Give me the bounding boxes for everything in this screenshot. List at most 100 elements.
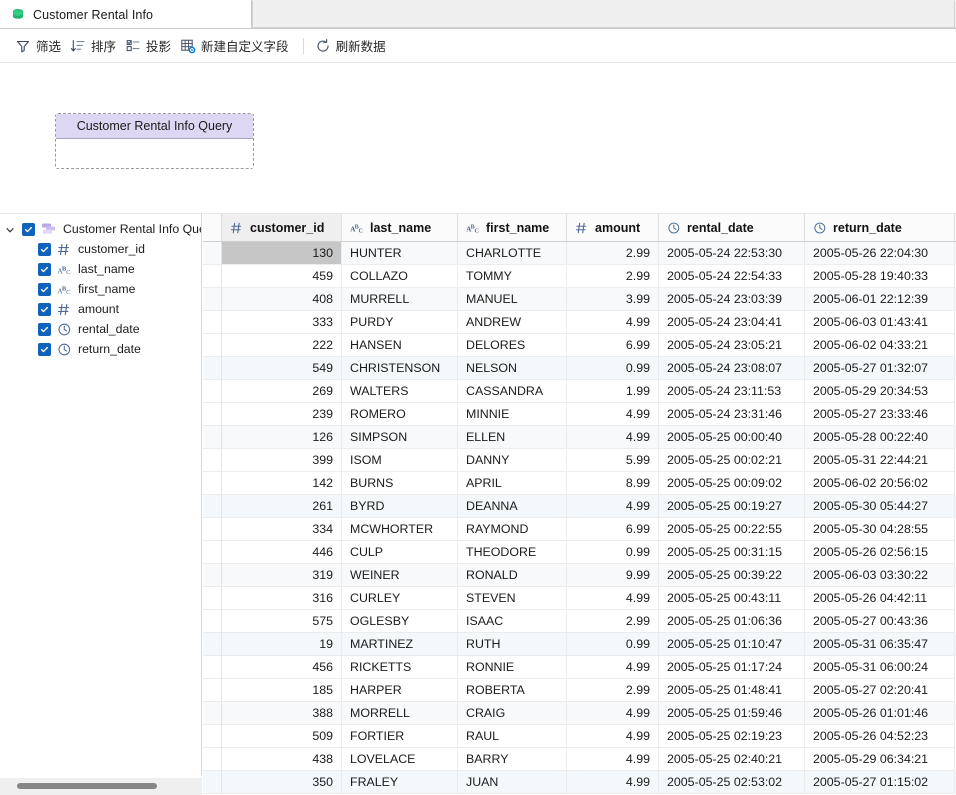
- cell-rental-date[interactable]: 2005-05-25 02:19:23: [659, 725, 805, 748]
- query-node[interactable]: Customer Rental Info Query: [55, 113, 254, 169]
- table-row[interactable]: 575 OGLESBY ISAAC 2.99 2005-05-25 01:06:36 20…: [203, 610, 956, 633]
- cell-last-name[interactable]: FRALEY: [342, 771, 458, 794]
- cell-customer-id[interactable]: 222: [222, 334, 342, 357]
- cell-rental-date[interactable]: 2005-05-25 00:22:55: [659, 518, 805, 541]
- column-header-first-name[interactable]: A B C first_name: [458, 214, 567, 241]
- cell-amount[interactable]: 4.99: [567, 495, 659, 518]
- cell-customer-id[interactable]: 334: [222, 518, 342, 541]
- table-row[interactable]: 549 CHRISTENSON NELSON 0.99 2005-05-24 23:08…: [203, 357, 956, 380]
- tree-item-checkbox[interactable]: [38, 322, 51, 336]
- cell-rental-date[interactable]: 2005-05-25 01:59:46: [659, 702, 805, 725]
- row-header-cell[interactable]: [203, 242, 222, 265]
- cell-customer-id[interactable]: 438: [222, 748, 342, 771]
- cell-customer-id[interactable]: 388: [222, 702, 342, 725]
- cell-amount[interactable]: 0.99: [567, 541, 659, 564]
- cell-customer-id[interactable]: 350: [222, 771, 342, 794]
- cell-rental-date[interactable]: 2005-05-25 00:19:27: [659, 495, 805, 518]
- cell-return-date[interactable]: 2005-05-31 06:00:24: [805, 656, 955, 679]
- new-custom-field-button[interactable]: 新建自定义字段: [178, 34, 296, 58]
- cell-rental-date[interactable]: 2005-05-25 01:06:36: [659, 610, 805, 633]
- cell-first-name[interactable]: NELSON: [458, 357, 567, 380]
- cell-last-name[interactable]: CULP: [342, 541, 458, 564]
- cell-customer-id[interactable]: 408: [222, 288, 342, 311]
- cell-first-name[interactable]: ANDREW: [458, 311, 567, 334]
- cell-last-name[interactable]: BYRD: [342, 495, 458, 518]
- cell-customer-id[interactable]: 399: [222, 449, 342, 472]
- table-row[interactable]: 459 COLLAZO TOMMY 2.99 2005-05-24 22:54:33 20…: [203, 265, 956, 288]
- table-row[interactable]: 269 WALTERS CASSANDRA 1.99 2005-05-24 23:11:…: [203, 380, 956, 403]
- tree-item-first-name[interactable]: A B C first_name: [0, 279, 201, 299]
- cell-amount[interactable]: 9.99: [567, 564, 659, 587]
- tree-item-customer-id[interactable]: customer_id: [0, 239, 201, 259]
- cell-customer-id[interactable]: 459: [222, 265, 342, 288]
- cell-rental-date[interactable]: 2005-05-24 23:08:07: [659, 357, 805, 380]
- column-header-amount[interactable]: amount: [567, 214, 659, 241]
- query-node-body[interactable]: [56, 139, 253, 168]
- cell-rental-date[interactable]: 2005-05-25 00:31:15: [659, 541, 805, 564]
- cell-return-date[interactable]: 2005-05-26 04:52:23: [805, 725, 955, 748]
- cell-rental-date[interactable]: 2005-05-24 22:53:30: [659, 242, 805, 265]
- scrollbar-thumb[interactable]: [17, 783, 157, 789]
- cell-first-name[interactable]: CRAIG: [458, 702, 567, 725]
- cell-rental-date[interactable]: 2005-05-25 01:10:47: [659, 633, 805, 656]
- cell-amount[interactable]: 2.99: [567, 679, 659, 702]
- cell-first-name[interactable]: TOMMY: [458, 265, 567, 288]
- row-header-cell[interactable]: [203, 656, 222, 679]
- table-row[interactable]: 239 ROMERO MINNIE 4.99 2005-05-24 23:31:46 20…: [203, 403, 956, 426]
- cell-return-date[interactable]: 2005-05-29 06:34:21: [805, 748, 955, 771]
- cell-return-date[interactable]: 2005-05-26 01:01:46: [805, 702, 955, 725]
- cell-first-name[interactable]: ROBERTA: [458, 679, 567, 702]
- row-header-cell[interactable]: [203, 334, 222, 357]
- cell-last-name[interactable]: CURLEY: [342, 587, 458, 610]
- cell-amount[interactable]: 0.99: [567, 633, 659, 656]
- cell-return-date[interactable]: 2005-05-27 00:43:36: [805, 610, 955, 633]
- cell-rental-date[interactable]: 2005-05-25 00:00:40: [659, 426, 805, 449]
- cell-amount[interactable]: 4.99: [567, 403, 659, 426]
- column-header-customer-id[interactable]: customer_id: [222, 214, 342, 241]
- cell-amount[interactable]: 8.99: [567, 472, 659, 495]
- row-header-cell[interactable]: [203, 426, 222, 449]
- cell-last-name[interactable]: HARPER: [342, 679, 458, 702]
- table-row[interactable]: 261 BYRD DEANNA 4.99 2005-05-25 00:19:27 2005…: [203, 495, 956, 518]
- cell-rental-date[interactable]: 2005-05-24 23:05:21: [659, 334, 805, 357]
- cell-return-date[interactable]: 2005-05-27 23:33:46: [805, 403, 955, 426]
- row-header-cell[interactable]: [203, 587, 222, 610]
- row-header-cell[interactable]: [203, 633, 222, 656]
- cell-first-name[interactable]: MANUEL: [458, 288, 567, 311]
- column-header-rental-date[interactable]: rental_date: [659, 214, 805, 241]
- refresh-data-button[interactable]: 刷新数据: [313, 34, 393, 58]
- cell-last-name[interactable]: FORTIER: [342, 725, 458, 748]
- cell-last-name[interactable]: RICKETTS: [342, 656, 458, 679]
- cell-rental-date[interactable]: 2005-05-24 23:04:41: [659, 311, 805, 334]
- cell-last-name[interactable]: MCWHORTER: [342, 518, 458, 541]
- tree-item-rental-date[interactable]: rental_date: [0, 319, 201, 339]
- cell-first-name[interactable]: MINNIE: [458, 403, 567, 426]
- cell-first-name[interactable]: RONALD: [458, 564, 567, 587]
- cell-last-name[interactable]: HUNTER: [342, 242, 458, 265]
- row-header-cell[interactable]: [203, 771, 222, 794]
- cell-customer-id[interactable]: 130: [222, 242, 342, 265]
- cell-first-name[interactable]: JUAN: [458, 771, 567, 794]
- cell-return-date[interactable]: 2005-06-03 03:30:22: [805, 564, 955, 587]
- row-header-cell[interactable]: [203, 725, 222, 748]
- cell-return-date[interactable]: 2005-06-02 04:33:21: [805, 334, 955, 357]
- row-header-cell[interactable]: [203, 702, 222, 725]
- table-row[interactable]: 222 HANSEN DELORES 6.99 2005-05-24 23:05:21 2…: [203, 334, 956, 357]
- row-header-cell[interactable]: [203, 449, 222, 472]
- cell-customer-id[interactable]: 316: [222, 587, 342, 610]
- cell-customer-id[interactable]: 333: [222, 311, 342, 334]
- cell-last-name[interactable]: BURNS: [342, 472, 458, 495]
- cell-amount[interactable]: 2.99: [567, 265, 659, 288]
- cell-last-name[interactable]: MORRELL: [342, 702, 458, 725]
- column-header-last-name[interactable]: A B C last_name: [342, 214, 458, 241]
- fields-panel-horizontal-scrollbar[interactable]: [0, 778, 202, 795]
- cell-last-name[interactable]: WALTERS: [342, 380, 458, 403]
- cell-return-date[interactable]: 2005-05-27 01:32:07: [805, 357, 955, 380]
- cell-return-date[interactable]: 2005-05-31 22:44:21: [805, 449, 955, 472]
- cell-customer-id[interactable]: 509: [222, 725, 342, 748]
- cell-first-name[interactable]: RAYMOND: [458, 518, 567, 541]
- cell-customer-id[interactable]: 456: [222, 656, 342, 679]
- table-row[interactable]: 333 PURDY ANDREW 4.99 2005-05-24 23:04:41 200…: [203, 311, 956, 334]
- cell-customer-id[interactable]: 126: [222, 426, 342, 449]
- cell-rental-date[interactable]: 2005-05-24 23:11:53: [659, 380, 805, 403]
